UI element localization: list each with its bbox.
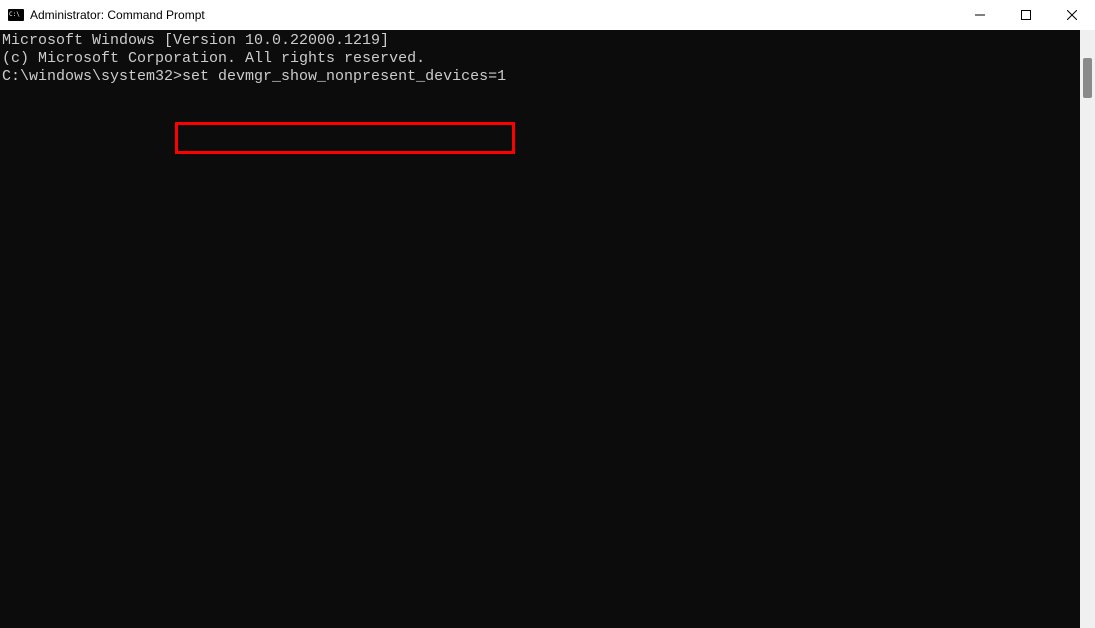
highlight-annotation: [175, 122, 515, 154]
window-controls: [957, 0, 1095, 30]
maximize-button[interactable]: [1003, 0, 1049, 30]
minimize-button[interactable]: [957, 0, 1003, 30]
maximize-icon: [1021, 10, 1031, 20]
close-icon: [1067, 10, 1077, 20]
terminal[interactable]: Microsoft Windows [Version 10.0.22000.12…: [0, 30, 1080, 628]
close-button[interactable]: [1049, 0, 1095, 30]
minimize-icon: [975, 10, 985, 20]
terminal-command: set devmgr_show_nonpresent_devices=1: [182, 68, 506, 85]
window-title: Administrator: Command Prompt: [30, 8, 205, 22]
cmd-icon: [8, 7, 24, 23]
terminal-line-copyright: (c) Microsoft Corporation. All rights re…: [2, 50, 1080, 68]
vertical-scrollbar[interactable]: [1080, 30, 1095, 628]
scrollbar-thumb[interactable]: [1083, 58, 1092, 98]
terminal-line-version: Microsoft Windows [Version 10.0.22000.12…: [2, 32, 1080, 50]
titlebar[interactable]: Administrator: Command Prompt: [0, 0, 1095, 30]
command-prompt-window: Administrator: Command Prompt Microsoft …: [0, 0, 1095, 628]
terminal-prompt-line: C:\windows\system32>set devmgr_show_nonp…: [2, 68, 1080, 86]
terminal-area: Microsoft Windows [Version 10.0.22000.12…: [0, 30, 1095, 628]
terminal-prompt: C:\windows\system32>: [2, 68, 182, 85]
